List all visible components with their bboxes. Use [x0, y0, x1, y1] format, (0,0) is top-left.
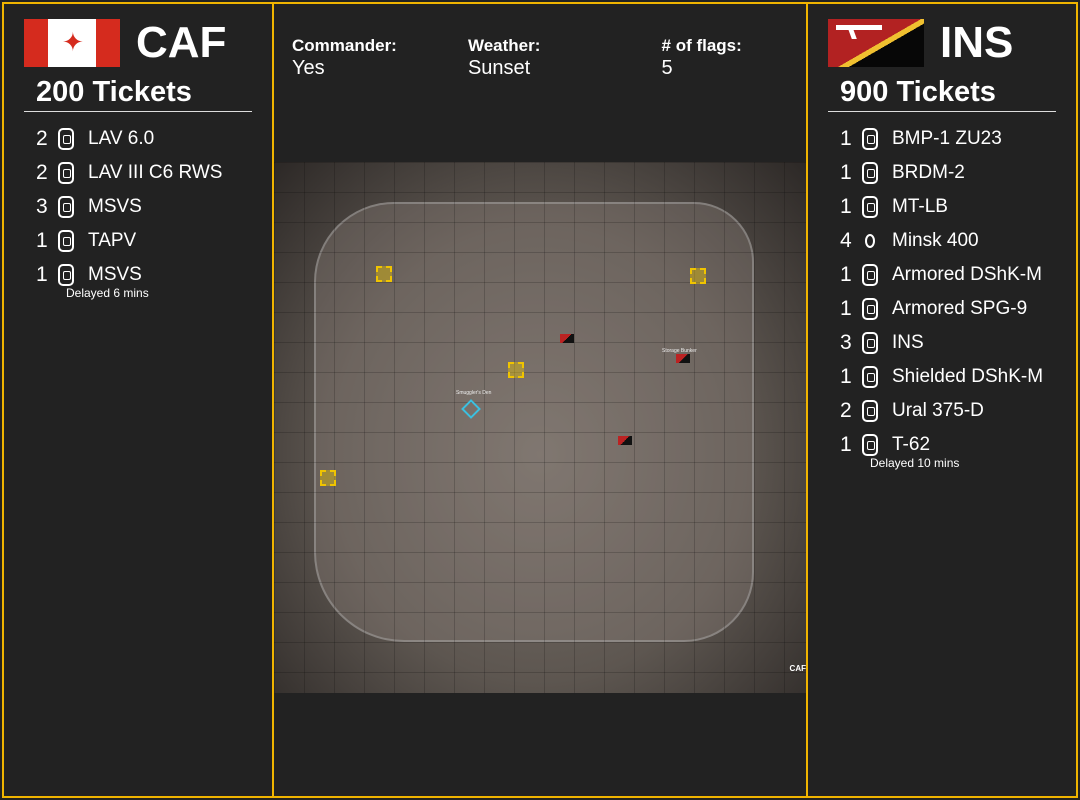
map-corner-label: CAF — [789, 664, 806, 673]
aa-vehicle-icon — [862, 128, 878, 150]
ifv-icon — [58, 162, 74, 184]
vehicle-name: INS — [892, 332, 924, 353]
vehicle-name: MSVS — [88, 196, 142, 217]
caf-team-panel: ✦ CAF 200 Tickets 2 LAV 6.0 2 LAV III C6 RW… — [2, 2, 274, 798]
flags-stat: # of flags: 5 — [662, 34, 758, 80]
vehicle-name: Shielded DShK-M — [892, 366, 1044, 387]
canada-flag-icon: ✦ — [24, 19, 120, 67]
delay-note: Delayed 10 mins — [870, 456, 960, 470]
vehicle-row: 1 Armored SPG-9 — [840, 292, 1043, 326]
vehicle-row: 1 TAPV — [36, 224, 222, 258]
divider — [828, 111, 1056, 112]
map-label: Smuggler's Den — [456, 390, 492, 396]
flags-label: # of flags: — [661, 36, 742, 55]
vehicle-count: 1 — [840, 433, 852, 456]
vehicle-count: 1 — [36, 229, 48, 252]
match-info-panel: Commander: Yes Weather: Sunset # of flag… — [272, 2, 808, 798]
technical-icon — [862, 298, 878, 320]
ins-fob-icon — [676, 354, 690, 363]
map: Smuggler's Den Storage Bunker CAF — [274, 162, 806, 693]
vehicle-count: 1 — [840, 127, 852, 150]
vehicle-name: Minsk 400 — [892, 230, 979, 251]
vehicle-count: 1 — [36, 263, 48, 286]
team-name: CAF — [136, 18, 227, 67]
objective-flag-icon — [690, 268, 706, 284]
vehicle-count: 1 — [840, 365, 852, 388]
vehicle-row: 1 BMP-1 ZU23 — [840, 122, 1043, 156]
map-grid — [274, 162, 806, 693]
vehicle-count: 2 — [840, 399, 852, 422]
vehicle-name: T-62 — [892, 434, 931, 455]
team-name: INS — [940, 18, 1014, 67]
ins-team-panel: INS 900 Tickets 1 BMP-1 ZU23 1 BRDM-2 1 MT-LB… — [806, 2, 1078, 798]
vehicle-list: 2 LAV 6.0 2 LAV III C6 RWS 3 MSVS 1 TAPV 1 MSVS De… — [36, 122, 222, 300]
objective-flag-icon — [508, 362, 524, 378]
vehicle-count: 3 — [840, 331, 852, 354]
vehicle-count: 2 — [36, 127, 48, 150]
vehicle-row: 3 INS — [840, 326, 1043, 360]
ins-fob-icon — [560, 334, 574, 343]
technical-icon — [862, 366, 878, 388]
apc-icon — [862, 196, 878, 218]
vehicle-count: 2 — [36, 161, 48, 184]
logistics-truck-icon — [58, 196, 74, 218]
mrap-icon — [58, 230, 74, 252]
scout-car-icon — [862, 162, 878, 184]
vehicle-row: 1 Armored DShK-M — [840, 258, 1043, 292]
commander-value: Yes — [292, 57, 325, 79]
vehicle-count: 1 — [840, 195, 852, 218]
objective-flag-icon — [376, 266, 392, 282]
vehicle-name: Ural 375-D — [892, 400, 984, 421]
delay-note: Delayed 6 mins — [66, 286, 149, 300]
transport-truck-icon — [862, 400, 878, 422]
technical-icon — [862, 264, 878, 286]
vehicle-name: BMP-1 ZU23 — [892, 128, 1002, 149]
vehicle-list: 1 BMP-1 ZU23 1 BRDM-2 1 MT-LB 4 Minsk 400 1 Armor… — [840, 122, 1043, 470]
team-header: INS — [828, 18, 1013, 68]
commander-stat: Commander: Yes — [292, 34, 434, 80]
vehicle-name: LAV III C6 RWS — [88, 162, 223, 183]
vehicle-count: 4 — [840, 229, 852, 252]
flags-value: 5 — [661, 57, 673, 79]
divider — [24, 111, 252, 112]
vehicle-name: MT-LB — [892, 196, 948, 217]
vehicle-row: 3 MSVS — [36, 190, 222, 224]
motorcycle-icon — [865, 234, 875, 248]
vehicle-name: TAPV — [88, 230, 137, 251]
vehicle-row: 2 LAV 6.0 — [36, 122, 222, 156]
ticket-count: 900 Tickets — [840, 76, 996, 108]
commander-label: Commander: — [292, 36, 397, 55]
map-label: Storage Bunker — [662, 348, 697, 354]
vehicle-count: 1 — [840, 263, 852, 286]
vehicle-row: 1 BRDM-2 — [840, 156, 1043, 190]
vehicle-name: BRDM-2 — [892, 162, 965, 183]
vehicle-name: Armored DShK-M — [892, 264, 1042, 285]
team-header: ✦ CAF — [24, 18, 226, 68]
logistics-truck-icon — [862, 332, 878, 354]
vehicle-name: MSVS — [88, 264, 142, 285]
vehicle-name: Armored SPG-9 — [892, 298, 1028, 319]
tank-icon — [862, 434, 878, 456]
vehicle-row: 2 Ural 375-D — [840, 394, 1043, 428]
ins-fob-icon — [618, 436, 632, 445]
vehicle-row: 1 MT-LB — [840, 190, 1043, 224]
transport-truck-icon — [58, 264, 74, 286]
weather-stat: Weather: Sunset — [468, 34, 608, 80]
vehicle-row: 2 LAV III C6 RWS — [36, 156, 222, 190]
weather-label: Weather: — [467, 36, 541, 55]
vehicle-row: 1 Shielded DShK-M — [840, 360, 1043, 394]
objective-flag-icon — [320, 470, 336, 486]
vehicle-name: LAV 6.0 — [88, 128, 155, 149]
vehicle-count: 1 — [840, 161, 852, 184]
weather-value: Sunset — [467, 57, 531, 79]
insurgent-rifle-flag-icon — [828, 19, 924, 67]
ticket-count: 200 Tickets — [36, 76, 192, 108]
vehicle-row: 4 Minsk 400 — [840, 224, 1043, 258]
vehicle-count: 1 — [840, 297, 852, 320]
apc-icon — [58, 128, 74, 150]
vehicle-count: 3 — [36, 195, 48, 218]
